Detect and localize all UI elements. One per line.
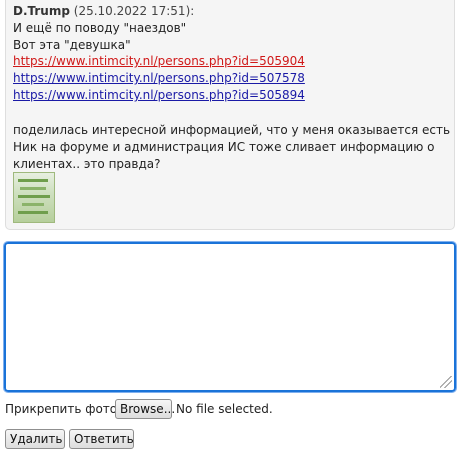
browse-button[interactable]: Browse... [115, 399, 175, 419]
resize-handle-icon[interactable] [440, 376, 452, 388]
attach-photo-label: Прикрепить фото: [5, 402, 122, 416]
profile-link-1[interactable]: https://www.intimcity.nl/persons.php?id=… [13, 53, 305, 69]
quote-line-1: И ещё по поводу "наездов" [13, 21, 187, 35]
profile-link-2[interactable]: https://www.intimcity.nl/persons.php?id=… [13, 70, 305, 86]
profile-link-3[interactable]: https://www.intimcity.nl/persons.php?id=… [13, 87, 305, 103]
file-status: No file selected. [176, 402, 273, 416]
quote-header: D.Trump (25.10.2022 17:51): [13, 3, 194, 19]
reply-button[interactable]: Ответить [69, 429, 134, 449]
reply-textarea[interactable] [3, 241, 457, 393]
delete-button[interactable]: Удалить [5, 429, 65, 449]
author-name[interactable]: D.Trump [13, 4, 70, 18]
quote-line-2: Вот эта "девушка" [13, 38, 131, 52]
attached-photo-thumbnail[interactable] [13, 172, 55, 223]
post-date: (25.10.2022 17:51): [73, 4, 195, 18]
quote-paragraph: поделилась интересной информацией, что у… [13, 123, 451, 171]
